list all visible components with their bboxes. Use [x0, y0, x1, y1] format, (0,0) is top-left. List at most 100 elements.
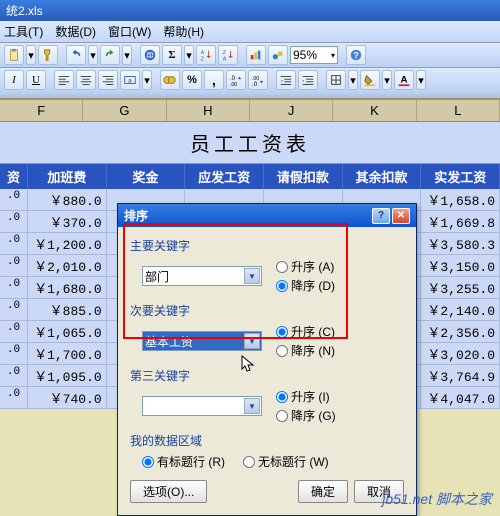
cell[interactable]: ￥1,200.0 [28, 233, 107, 255]
cell[interactable]: ￥1,065.0 [28, 321, 107, 343]
chart-wizard-icon[interactable] [246, 45, 266, 65]
dialog-titlebar[interactable]: 排序 ? ✕ [118, 204, 416, 227]
secondary-key-combo[interactable]: 基本工资▼ [142, 331, 262, 351]
col-header[interactable]: F [0, 100, 83, 121]
fill-color-dropdown-icon[interactable]: ▾ [382, 70, 392, 90]
cell[interactable]: .0 [0, 321, 28, 343]
column-headers: F G H J K L [0, 98, 500, 122]
cell[interactable]: ￥3,020.0 [421, 343, 500, 365]
third-desc-radio[interactable]: 降序 (G) [276, 407, 336, 424]
paste-dropdown-icon[interactable]: ▾ [26, 45, 36, 65]
cell[interactable]: .0 [0, 233, 28, 255]
fill-color-icon[interactable] [360, 70, 380, 90]
cell[interactable]: ￥3,255.0 [421, 277, 500, 299]
menu-tools[interactable]: 工具(T) [4, 23, 43, 40]
ok-button[interactable]: 确定 [298, 480, 348, 503]
currency-icon[interactable] [160, 70, 180, 90]
secondary-desc-radio[interactable]: 降序 (N) [276, 342, 335, 359]
cell[interactable]: ￥3,580.3 [421, 233, 500, 255]
align-left-icon[interactable] [54, 70, 74, 90]
dialog-close-button[interactable]: ✕ [392, 208, 410, 224]
sheet-title: 员工工资表 [0, 122, 500, 164]
cell[interactable]: ￥1,095.0 [28, 365, 107, 387]
cell[interactable]: .0 [0, 189, 28, 211]
borders-dropdown-icon[interactable]: ▾ [348, 70, 358, 90]
has-header-radio[interactable]: 有标题行 (R) [142, 453, 225, 470]
cell[interactable]: ￥4,047.0 [421, 387, 500, 409]
cell[interactable]: .0 [0, 343, 28, 365]
secondary-asc-radio[interactable]: 升序 (C) [276, 323, 335, 340]
chevron-down-icon[interactable]: ▼ [244, 333, 260, 349]
no-header-radio[interactable]: 无标题行 (W) [243, 453, 329, 470]
underline-button[interactable]: U [26, 70, 46, 90]
third-asc-radio[interactable]: 升序 (I) [276, 388, 336, 405]
cell[interactable]: ￥2,140.0 [421, 299, 500, 321]
hyperlink-icon[interactable] [140, 45, 160, 65]
cell[interactable]: ￥3,150.0 [421, 255, 500, 277]
zoom-combo[interactable]: 95%▾ [290, 46, 338, 64]
menu-window[interactable]: 窗口(W) [108, 23, 151, 40]
cell[interactable]: .0 [0, 365, 28, 387]
dialog-help-button[interactable]: ? [372, 208, 390, 224]
merge-center-icon[interactable]: a [120, 70, 140, 90]
cell[interactable]: ￥1,700.0 [28, 343, 107, 365]
increase-indent-icon[interactable] [298, 70, 318, 90]
cell[interactable]: ￥740.0 [28, 387, 107, 409]
cell[interactable]: ￥2,010.0 [28, 255, 107, 277]
svg-text:?: ? [353, 51, 358, 61]
decrease-indent-icon[interactable] [276, 70, 296, 90]
cell[interactable]: ￥1,658.0 [421, 189, 500, 211]
redo-dropdown-icon[interactable]: ▾ [122, 45, 132, 65]
chevron-down-icon[interactable]: ▼ [244, 268, 260, 284]
menu-help[interactable]: 帮助(H) [163, 23, 204, 40]
svg-text:a: a [128, 78, 132, 85]
help-icon[interactable]: ? [346, 45, 366, 65]
cell[interactable]: ￥2,356.0 [421, 321, 500, 343]
increase-decimal-icon[interactable]: .0.00 [226, 70, 246, 90]
cell[interactable]: ￥880.0 [28, 189, 107, 211]
cell[interactable]: .0 [0, 255, 28, 277]
font-color-dropdown-icon[interactable]: ▾ [416, 70, 426, 90]
cell[interactable]: ￥885.0 [28, 299, 107, 321]
cell[interactable]: ￥3,764.9 [421, 365, 500, 387]
primary-desc-radio[interactable]: 降序 (D) [276, 277, 335, 294]
autosum-icon[interactable]: Σ [162, 45, 182, 65]
third-key-combo[interactable]: ▼ [142, 396, 262, 416]
percent-icon[interactable]: % [182, 70, 202, 90]
cell[interactable]: .0 [0, 387, 28, 409]
col-header[interactable]: H [167, 100, 250, 121]
align-center-icon[interactable] [76, 70, 96, 90]
decrease-decimal-icon[interactable]: .00.0 [248, 70, 268, 90]
chevron-down-icon[interactable]: ▼ [244, 398, 260, 414]
cell[interactable]: .0 [0, 299, 28, 321]
format-painter-icon[interactable] [38, 45, 58, 65]
menu-data[interactable]: 数据(D) [55, 23, 96, 40]
options-button[interactable]: 选项(O)... [130, 480, 207, 503]
primary-asc-radio[interactable]: 升序 (A) [276, 258, 335, 275]
col-header[interactable]: K [333, 100, 416, 121]
autosum-dropdown-icon[interactable]: ▾ [184, 45, 194, 65]
cell[interactable]: .0 [0, 277, 28, 299]
sort-asc-icon[interactable]: AZ [196, 45, 216, 65]
paste-icon[interactable] [4, 45, 24, 65]
font-color-icon[interactable]: A [394, 70, 414, 90]
cell[interactable]: ￥1,680.0 [28, 277, 107, 299]
col-header[interactable]: G [83, 100, 166, 121]
cell[interactable]: ￥1,669.8 [421, 211, 500, 233]
comma-icon[interactable]: , [204, 70, 224, 90]
undo-icon[interactable] [66, 45, 86, 65]
borders-icon[interactable] [326, 70, 346, 90]
merge-dropdown-icon[interactable]: ▾ [142, 70, 152, 90]
primary-key-combo[interactable]: 部门▼ [142, 266, 262, 286]
cell[interactable]: .0 [0, 211, 28, 233]
col-header[interactable]: J [250, 100, 333, 121]
col-header[interactable]: L [417, 100, 500, 121]
undo-dropdown-icon[interactable]: ▾ [88, 45, 98, 65]
cell[interactable]: ￥370.0 [28, 211, 107, 233]
align-right-icon[interactable] [98, 70, 118, 90]
redo-icon[interactable] [100, 45, 120, 65]
svg-text:.0: .0 [252, 81, 258, 87]
sort-desc-icon[interactable]: ZA [218, 45, 238, 65]
italic-button[interactable]: I [4, 70, 24, 90]
drawing-toolbar-icon[interactable] [268, 45, 288, 65]
